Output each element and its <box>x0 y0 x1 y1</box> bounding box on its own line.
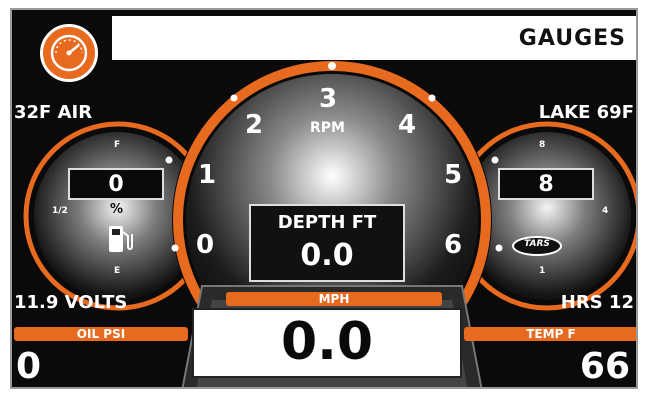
tars-logo: TARS <box>512 236 562 256</box>
gauges-screen: GAUGES 32F AIR LAKE 69F 11.9 VOLTS HRS 1… <box>0 0 645 393</box>
oil-psi-value: 0 <box>16 346 42 387</box>
lake-temp-readout: LAKE 69F <box>538 102 634 123</box>
rpm-label: RPM <box>310 120 345 136</box>
depth-label: DEPTH FT <box>277 212 377 233</box>
fuel-unit: % <box>110 202 124 217</box>
fuel-empty-label: E <box>114 266 121 276</box>
depth-value: 0.0 <box>300 238 354 273</box>
speed-value: 0.0 <box>280 312 374 372</box>
trim-value: 8 <box>538 172 554 197</box>
depth-display: DEPTH FT 0.0 <box>249 204 405 282</box>
rpm-tick-6: 6 <box>444 230 463 260</box>
trim-value-box: 8 <box>498 168 594 200</box>
tars-logo-text: TARS <box>524 239 550 249</box>
rpm-tick-5: 5 <box>444 160 463 190</box>
rpm-tick-1: 1 <box>198 160 217 190</box>
temp-label: TEMP F <box>526 327 576 341</box>
mph-label: MPH <box>318 292 350 306</box>
fuel-value: 0 <box>108 172 124 197</box>
fuel-full-label: F <box>114 140 121 150</box>
rpm-tick-0: 0 <box>196 230 215 260</box>
rpm-tick-2: 2 <box>245 110 264 140</box>
temp-value: 66 <box>579 346 630 387</box>
oil-psi-label: OIL PSI <box>76 327 126 341</box>
fuel-value-box: 0 <box>68 168 164 200</box>
trim-top-label: 8 <box>539 140 546 150</box>
volts-readout: 11.9 VOLTS <box>14 292 128 313</box>
trim-bottom-label: 1 <box>539 266 546 276</box>
rpm-tick-4: 4 <box>398 110 417 140</box>
speed-display: 0.0 <box>192 308 462 378</box>
dashboard-panel: GAUGES 32F AIR LAKE 69F 11.9 VOLTS HRS 1… <box>10 8 638 389</box>
rpm-tick-3: 3 <box>319 84 338 114</box>
air-temp-readout: 32F AIR <box>14 102 93 123</box>
hours-readout: HRS 12 <box>560 292 634 313</box>
fuel-half-label: 1/2 <box>52 206 68 216</box>
fuel-pump-icon <box>106 224 134 254</box>
trim-mid-label: 4 <box>602 206 609 216</box>
